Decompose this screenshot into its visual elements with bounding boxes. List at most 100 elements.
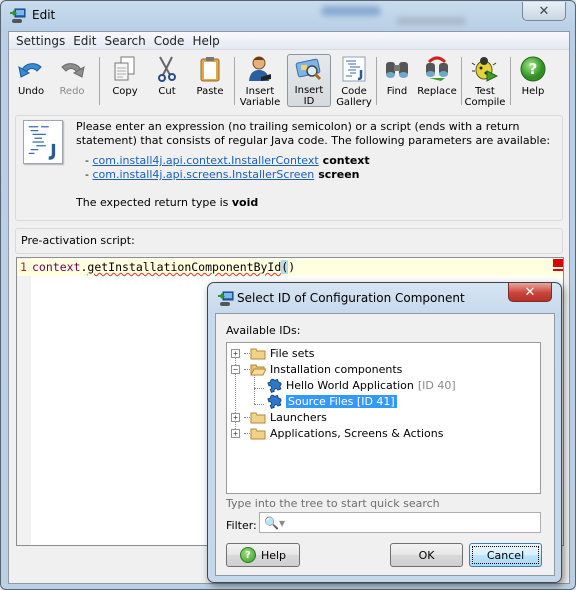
- code-text[interactable]: context.getInstallationComponentById(): [32, 259, 295, 276]
- folder-icon: [250, 412, 266, 423]
- copy-label: Copy: [112, 86, 138, 97]
- script-label-panel: Pre-activation script:: [15, 228, 563, 254]
- test-compile-label-1: Test: [475, 86, 495, 97]
- line-number: 1: [20, 260, 27, 274]
- insert-id-label-2: ID: [303, 96, 315, 107]
- cut-label: Cut: [158, 86, 176, 97]
- redo-icon: [61, 63, 85, 78]
- redo-button[interactable]: Redo: [53, 54, 91, 107]
- component-id: [ID 40]: [417, 378, 456, 392]
- component-puzzle-icon: [267, 378, 282, 393]
- help-icon: ?: [520, 56, 546, 82]
- toolbar-separator: [461, 57, 462, 105]
- param-context: - com.install4j.api.context.InstallerCon…: [85, 154, 370, 167]
- toolbar-separator: [234, 57, 235, 105]
- menu-help[interactable]: Help: [188, 34, 223, 48]
- background-blur: [321, 6, 381, 16]
- folder-icon: [250, 348, 266, 359]
- tree-node-source-files[interactable]: Source Files [ID 41]: [266, 393, 397, 409]
- cancel-button[interactable]: Cancel: [469, 543, 542, 567]
- line-gutter: [17, 258, 31, 545]
- copy-button[interactable]: Copy: [105, 54, 145, 107]
- component-puzzle-icon: [267, 394, 282, 409]
- code-line[interactable]: 1 context.getInstallationComponentById(): [17, 259, 563, 276]
- undo-button[interactable]: Undo: [12, 54, 50, 107]
- cut-button[interactable]: Cut: [149, 54, 185, 107]
- code-gallery-icon: [342, 56, 366, 82]
- info-description: Please enter an expression (no trailing …: [76, 120, 551, 147]
- insert-variable-button[interactable]: Insert Variable: [238, 54, 282, 108]
- toolbar-separator: [99, 57, 100, 105]
- menu-bar: Settings Edit Search Code Help: [9, 32, 569, 50]
- search-dropdown-icon[interactable]: 🔍▾: [264, 516, 285, 530]
- param-screen-name: screen: [318, 168, 360, 181]
- test-compile-label-2: Compile: [464, 97, 506, 108]
- help-icon: ?: [239, 547, 256, 563]
- folder-icon: [250, 428, 266, 439]
- filter-input[interactable]: 🔍▾: [259, 512, 541, 533]
- title-bar: Edit ✕: [1, 1, 575, 31]
- info-panel: Please enter an expression (no trailing …: [15, 115, 563, 221]
- available-ids-label: Available IDs:: [226, 324, 301, 337]
- menu-settings[interactable]: Settings: [12, 34, 69, 48]
- error-marker[interactable]: [553, 259, 563, 267]
- code-gallery-label-2: Gallery: [336, 97, 372, 108]
- dialog-close-button[interactable]: ✕: [508, 283, 552, 302]
- error-stripe[interactable]: [553, 269, 563, 271]
- copy-icon: [114, 56, 135, 81]
- code-script-icon: [23, 120, 63, 164]
- clipboard-icon: [200, 57, 220, 82]
- param-screen: - com.install4j.api.screens.InstallerScr…: [85, 168, 360, 181]
- expand-icon[interactable]: +: [231, 348, 240, 358]
- ok-button[interactable]: OK: [390, 543, 463, 567]
- dialog-help-button[interactable]: ? Help: [226, 543, 300, 567]
- menu-code[interactable]: Code: [150, 34, 189, 48]
- id-tree[interactable]: + File sets − Installation components He…: [226, 342, 541, 494]
- scissors-icon: [158, 56, 176, 82]
- code-gallery-label-1: Code: [341, 86, 367, 97]
- user-icon: [249, 56, 271, 81]
- return-type: void: [231, 196, 259, 209]
- menu-edit[interactable]: Edit: [69, 34, 100, 48]
- menu-search[interactable]: Search: [100, 34, 149, 48]
- param-context-type-link[interactable]: com.install4j.api.context.InstallerConte…: [92, 154, 318, 167]
- focus-ring: [472, 546, 539, 564]
- help-label: Help: [521, 86, 545, 97]
- tree-connector: [254, 388, 264, 389]
- binoculars-replace-icon: [426, 56, 448, 81]
- toolbar-separator: [376, 57, 377, 105]
- collapse-icon[interactable]: −: [231, 364, 240, 374]
- return-type-text: The expected return type is void: [76, 196, 259, 209]
- tree-node-hello-world-application[interactable]: Hello World Application [ID 40]: [266, 377, 456, 393]
- paste-button[interactable]: Paste: [191, 54, 229, 107]
- replace-button[interactable]: Replace: [417, 54, 457, 107]
- expand-icon[interactable]: +: [231, 412, 240, 422]
- binoculars-icon: [386, 62, 408, 78]
- select-id-dialog: Select ID of Configuration Component ✕ A…: [207, 282, 562, 583]
- tree-node-launchers[interactable]: + Launchers: [231, 409, 327, 425]
- tree-node-installation-components[interactable]: − Installation components: [231, 361, 402, 377]
- tree-connector: [254, 404, 264, 405]
- param-screen-type-link[interactable]: com.install4j.api.screens.InstallerScree…: [92, 168, 314, 181]
- tree-node-file-sets[interactable]: + File sets: [231, 345, 314, 361]
- toolbar: Undo Redo Copy Cut Paste Insert Variable…: [9, 51, 569, 113]
- insert-id-button[interactable]: Insert ID: [287, 54, 331, 107]
- redo-label: Redo: [59, 86, 85, 97]
- replace-label: Replace: [417, 86, 457, 97]
- close-icon: ✕: [524, 284, 536, 300]
- app-icon: [10, 8, 26, 23]
- undo-label: Undo: [17, 86, 45, 97]
- find-label: Find: [386, 86, 408, 97]
- help-button[interactable]: ? Help: [515, 54, 551, 107]
- code-gallery-button[interactable]: Code Gallery: [333, 54, 375, 108]
- param-context-name: context: [322, 154, 370, 167]
- window-close-button[interactable]: ✕: [522, 2, 566, 21]
- toolbar-separator: [510, 57, 511, 105]
- background-blur: [396, 17, 466, 25]
- expand-icon[interactable]: +: [231, 428, 240, 438]
- folder-open-icon: [250, 364, 266, 375]
- test-compile-button[interactable]: Test Compile: [464, 54, 506, 108]
- find-button[interactable]: Find: [379, 54, 415, 107]
- dialog-client: Available IDs: + File sets − Installatio…: [215, 313, 555, 576]
- tree-node-applications-screens-actions[interactable]: + Applications, Screens & Actions: [231, 425, 444, 441]
